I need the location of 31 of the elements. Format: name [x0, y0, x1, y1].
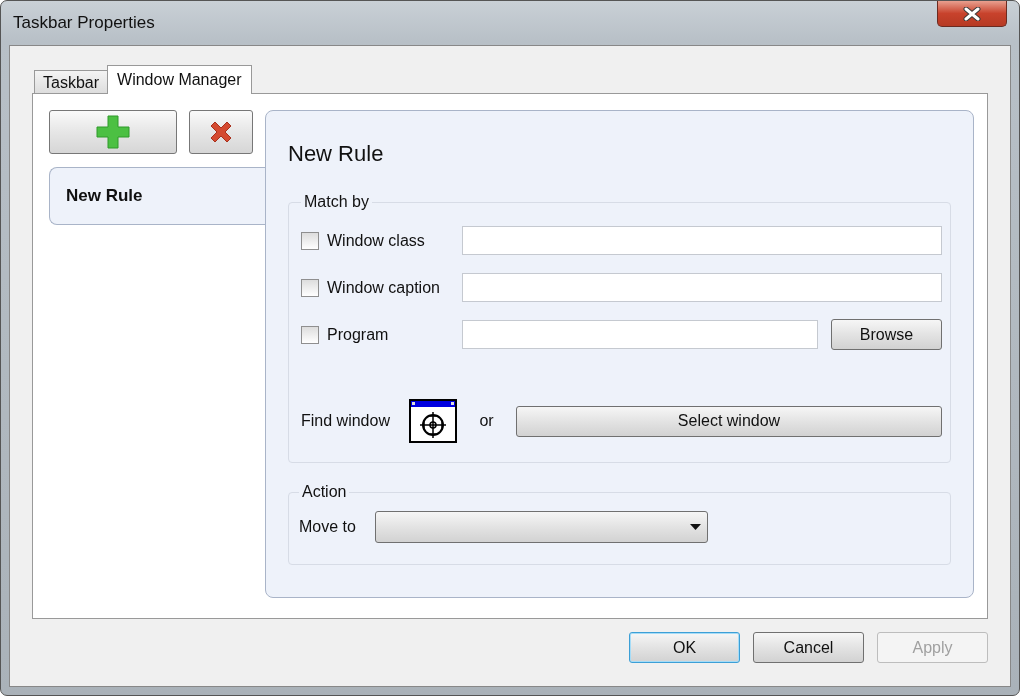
dialog-button[interactable]: Cancel: [753, 632, 864, 663]
delete-button[interactable]: [189, 110, 253, 154]
caret-icon: [690, 524, 701, 530]
tab[interactable]: Taskbar: [34, 70, 109, 94]
move-to-dropdown[interactable]: [375, 511, 708, 543]
group-label: Action: [301, 483, 348, 501]
add-button[interactable]: [49, 110, 177, 154]
move-to-label: Move to: [299, 518, 357, 536]
browse-button[interactable]: Browse: [831, 319, 942, 350]
select-window-button[interactable]: Select window: [516, 405, 942, 437]
find-window-label: Find window: [301, 412, 391, 430]
close-button[interactable]: [937, 1, 1007, 27]
plus-icon: [96, 115, 130, 149]
checkbox-label: Program: [327, 325, 390, 344]
tab[interactable]: Window Manager: [107, 65, 252, 94]
close-icon: [963, 6, 981, 21]
window-title: Taskbar Properties: [13, 13, 155, 33]
text-field[interactable]: [462, 273, 942, 302]
rule-title: New Rule: [288, 141, 385, 167]
dialog-button[interactable]: OK: [629, 632, 740, 663]
checkbox-label: Window class: [327, 231, 426, 250]
rule-list-item[interactable]: New Rule: [49, 167, 265, 225]
window-crosshair-icon[interactable]: [409, 399, 457, 443]
checkbox[interactable]: [301, 325, 319, 344]
group-label: Match by: [303, 193, 370, 211]
or-label: or: [478, 412, 495, 430]
text-field[interactable]: [462, 320, 818, 349]
text-field[interactable]: [462, 226, 942, 255]
checkbox[interactable]: [301, 278, 319, 297]
checkbox-label: Window caption: [327, 278, 441, 297]
checkbox[interactable]: [301, 231, 319, 250]
